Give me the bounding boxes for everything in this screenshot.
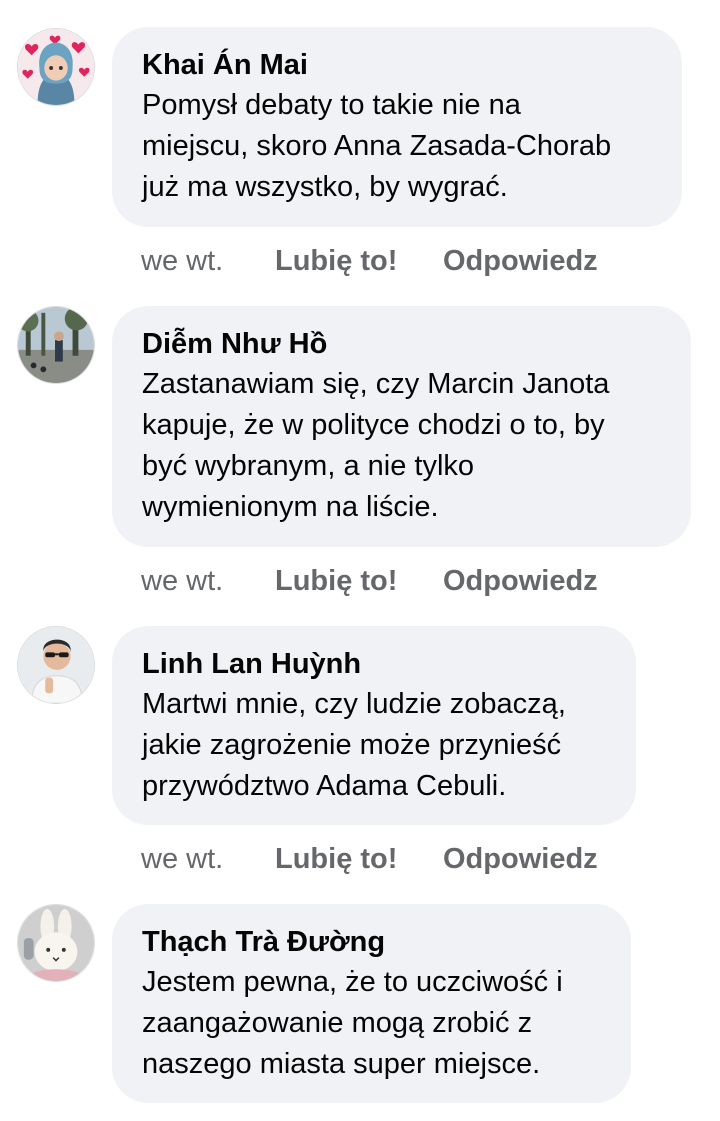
- user-avatar-man-sunglasses-icon: [18, 627, 94, 703]
- comment-bubble: Diễm Như Hồ Zastanawiam się, czy Marcin …: [112, 306, 691, 547]
- comment-timestamp[interactable]: we wt.: [141, 241, 275, 281]
- comment-timestamp[interactable]: we wt.: [141, 561, 275, 601]
- comment-text: Zastanawiam się, czy Marcin Janota kapuj…: [142, 368, 610, 523]
- comment-author[interactable]: Linh Lan Huỳnh: [142, 644, 606, 684]
- comment-author[interactable]: Khai Án Mai: [142, 45, 652, 85]
- like-button[interactable]: Lubię to!: [275, 561, 443, 601]
- like-button[interactable]: Lubię to!: [275, 241, 443, 281]
- comment-text: Martwi mnie, czy ludzie zobaczą, jakie z…: [142, 688, 566, 802]
- reply-button[interactable]: Odpowiedz: [443, 241, 598, 281]
- avatar[interactable]: [17, 306, 95, 384]
- reply-button[interactable]: Odpowiedz: [443, 561, 598, 601]
- comment-text: Pomysł debaty to takie nie na miejscu, s…: [142, 89, 612, 203]
- comment-author[interactable]: Thạch Trà Đường: [142, 922, 601, 962]
- comment-bubble: Khai Án Mai Pomysł debaty to takie nie n…: [112, 27, 682, 227]
- reply-button[interactable]: Odpowiedz: [443, 839, 598, 879]
- like-button[interactable]: Lubię to!: [275, 839, 443, 879]
- comment-actions: we wt. Lubię to! Odpowiedz: [141, 839, 598, 879]
- comment-bubble: Thạch Trà Đường Jestem pewna, że to uczc…: [112, 904, 631, 1103]
- comment-actions: we wt. Lubię to! Odpowiedz: [141, 241, 598, 281]
- comment-author[interactable]: Diễm Như Hồ: [142, 324, 661, 364]
- avatar[interactable]: [17, 904, 95, 982]
- comment-bubble: Linh Lan Huỳnh Martwi mnie, czy ludzie z…: [112, 626, 636, 825]
- comment-actions: we wt. Lubię to! Odpowiedz: [141, 561, 598, 601]
- avatar[interactable]: [17, 28, 95, 106]
- user-avatar-hearts-icon: [18, 29, 94, 105]
- avatar[interactable]: [17, 626, 95, 704]
- user-avatar-bunny-icon: [18, 905, 94, 981]
- comment-timestamp[interactable]: we wt.: [141, 839, 275, 879]
- comment-text: Jestem pewna, że to uczciwość i zaangażo…: [142, 966, 563, 1080]
- user-avatar-park-icon: [18, 307, 94, 383]
